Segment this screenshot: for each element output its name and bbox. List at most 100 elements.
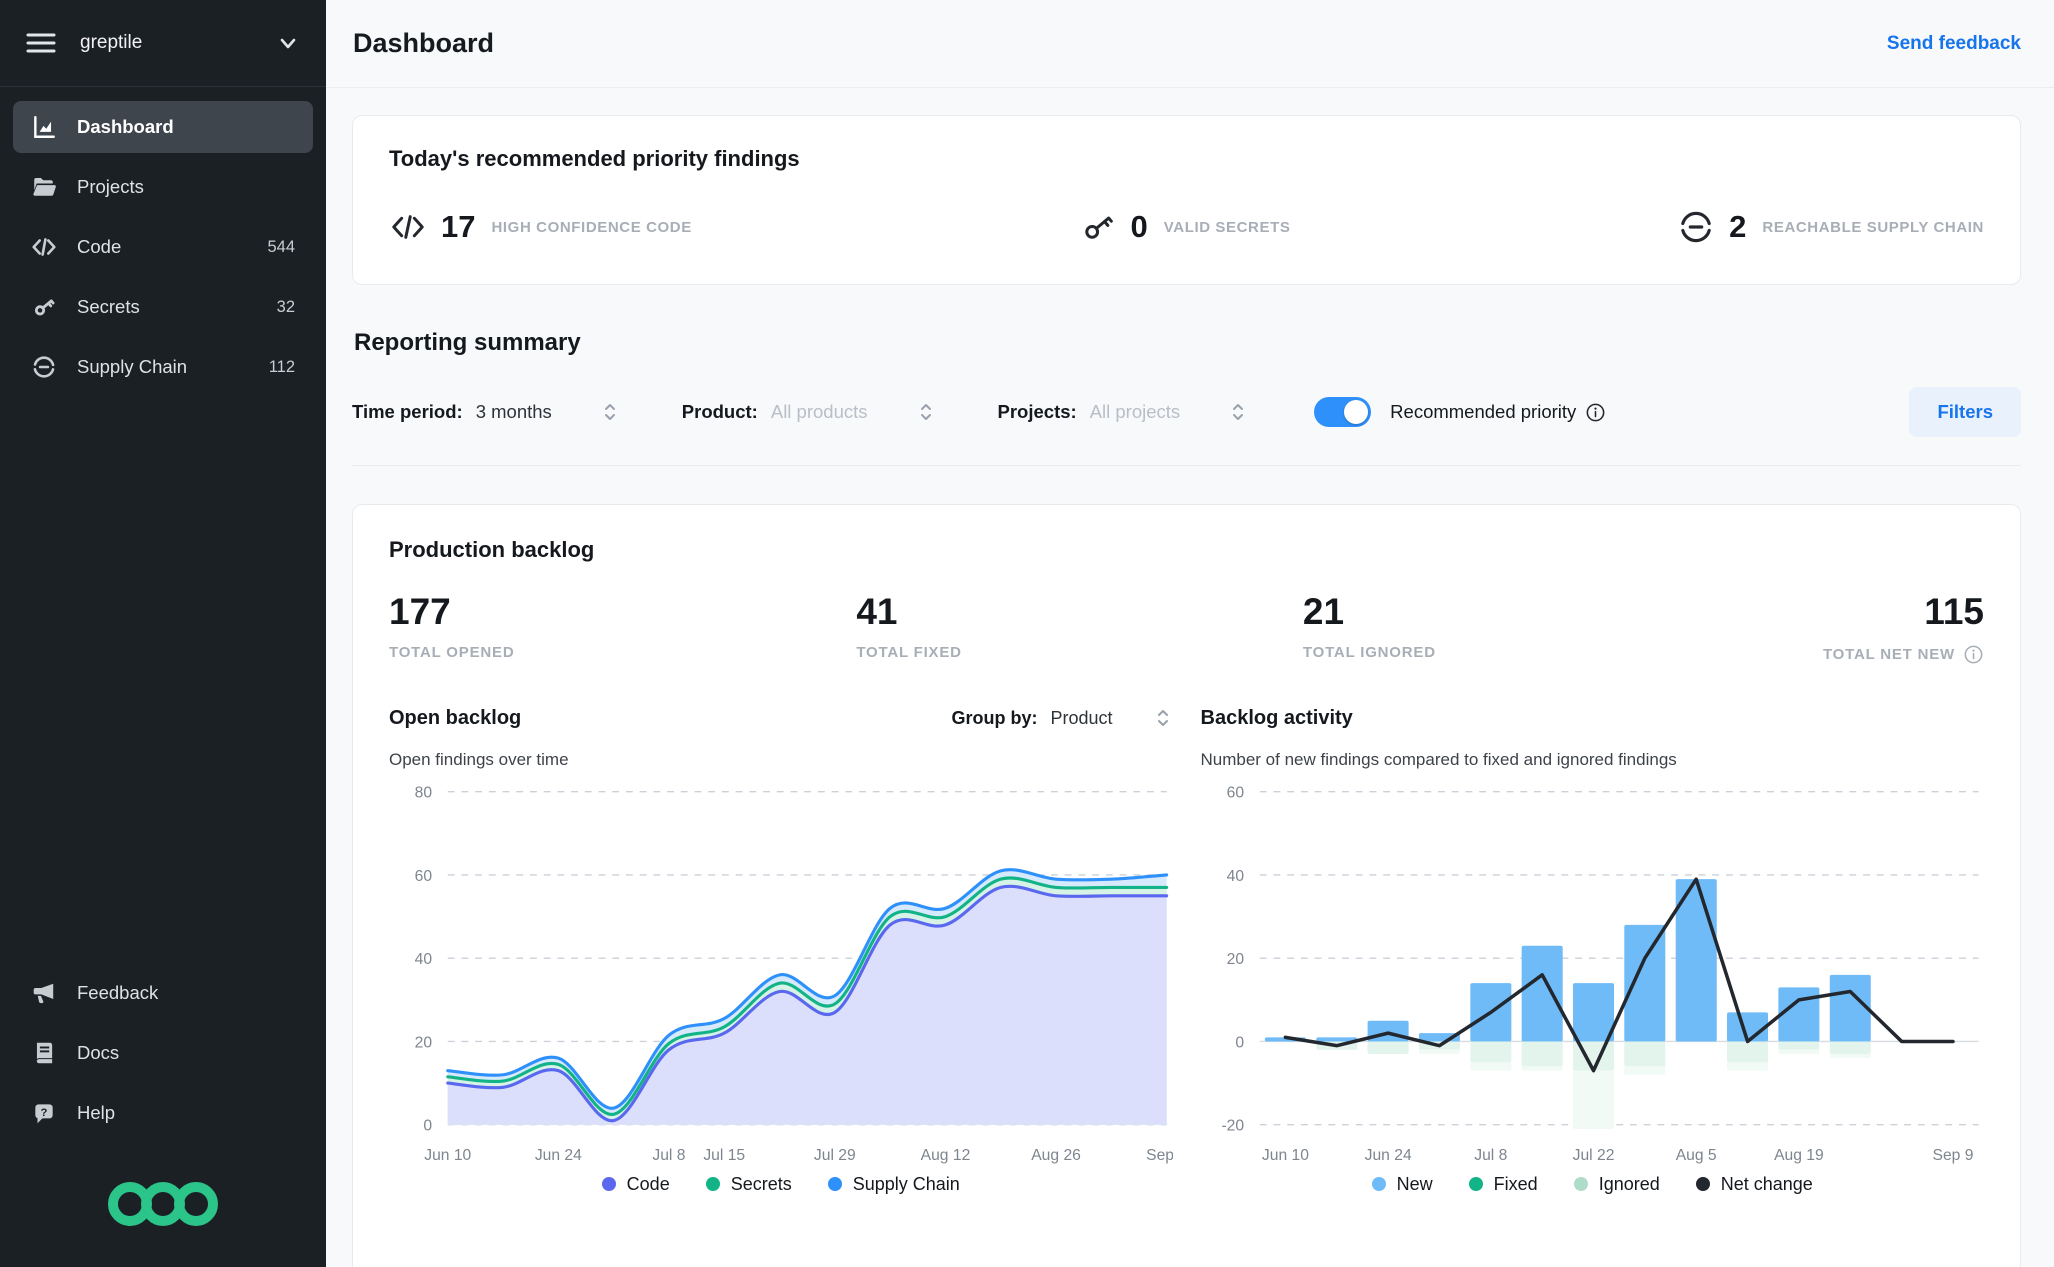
sidebar-item-docs[interactable]: Docs [13, 1027, 313, 1079]
svg-text:Jul 22: Jul 22 [1572, 1147, 1614, 1164]
sidebar-item-label: Docs [77, 1042, 120, 1063]
product-select[interactable]: Product: All products [682, 400, 936, 424]
svg-text:40: 40 [415, 951, 433, 968]
stat-value: 115 [1924, 591, 1984, 632]
secrets-count-badge: 32 [276, 297, 295, 316]
sidebar-nav: Dashboard Projects Code 544 Secrets 32 S… [0, 87, 326, 401]
sidebar-item-label: Code [77, 236, 122, 257]
sidebar-item-dashboard[interactable]: Dashboard [13, 101, 313, 153]
stat-value: 177 [389, 591, 451, 632]
book-icon [36, 1042, 53, 1064]
svg-text:?: ? [41, 1107, 48, 1119]
legend-dot [827, 1177, 842, 1192]
top-bar: Dashboard Send feedback [326, 0, 2054, 88]
legend-label: Ignored [1598, 1173, 1660, 1194]
svg-text:60: 60 [415, 868, 433, 885]
legend-dot [1573, 1177, 1588, 1192]
legend-item-fixed[interactable]: Fixed [1468, 1173, 1538, 1195]
stat-total-net-new: 115 TOTAL NET NEW [1753, 591, 1984, 665]
stat-value: 0 [1130, 209, 1148, 244]
folder-icon [33, 178, 56, 196]
priority-findings-card: Today's recommended priority findings 17… [352, 115, 2021, 285]
legend-item-secrets[interactable]: Secrets [705, 1174, 792, 1195]
svg-text:Aug 26: Aug 26 [1031, 1147, 1081, 1164]
recommended-priority-label: Recommended priority [1390, 401, 1577, 422]
org-switcher[interactable]: greptile [0, 0, 326, 87]
svg-text:0: 0 [1235, 1034, 1244, 1051]
svg-text:40: 40 [1226, 868, 1244, 885]
code-count-badge: 544 [267, 237, 295, 256]
select-caret-icon [1233, 404, 1244, 420]
svg-text:Aug 12: Aug 12 [921, 1147, 971, 1164]
sidebar-item-feedback[interactable]: Feedback [13, 967, 313, 1019]
toggle-knob [1344, 400, 1369, 424]
stat-valid-secrets[interactable]: 0 VALID SECRETS [1079, 208, 1291, 246]
sidebar: greptile Dashboard Projects Code 544 Sec… [0, 0, 326, 1267]
stat-label: TOTAL IGNORED [1302, 644, 1436, 661]
app-root: greptile Dashboard Projects Code 544 Sec… [0, 0, 2054, 1267]
projects-value: All projects [1089, 401, 1181, 422]
charts-row: Open backlog Group by: Product Open find… [389, 701, 1984, 1195]
stat-value: 21 [1302, 591, 1345, 632]
legend-label: Fixed [1493, 1173, 1538, 1194]
sidebar-item-code[interactable]: Code 544 [13, 221, 313, 273]
sidebar-item-secrets[interactable]: Secrets 32 [13, 281, 313, 333]
legend-item-supply-chain[interactable]: Supply Chain [827, 1174, 960, 1195]
sidebar-item-supply-chain[interactable]: Supply Chain 112 [13, 341, 313, 393]
svg-text:Jul 8: Jul 8 [1474, 1147, 1507, 1164]
stat-reachable-supply-chain[interactable]: 2 REACHABLE SUPPLY CHAIN [1677, 208, 1984, 246]
recommended-priority-toggle[interactable] [1314, 397, 1372, 427]
backlog-activity-legend: New Fixed Ignored Net change [1201, 1174, 1985, 1195]
send-feedback-link[interactable]: Send feedback [1887, 33, 2021, 55]
filters-button[interactable]: Filters [1909, 387, 2021, 437]
svg-text:-20: -20 [1221, 1118, 1244, 1135]
stat-high-confidence-code[interactable]: 17 HIGH CONFIDENCE CODE [389, 208, 692, 246]
svg-text:Aug 19: Aug 19 [1774, 1147, 1824, 1164]
sidebar-item-label: Dashboard [77, 116, 174, 137]
info-icon[interactable] [1585, 402, 1606, 423]
svg-text:Jul 15: Jul 15 [703, 1147, 745, 1164]
svg-text:0: 0 [423, 1118, 432, 1135]
logo [0, 1147, 326, 1267]
time-period-select[interactable]: Time period: 3 months [352, 400, 620, 424]
svg-text:20: 20 [415, 1034, 433, 1051]
legend-label: New [1396, 1173, 1433, 1194]
product-label: Product: [681, 401, 758, 422]
stat-label: TOTAL NET NEW [1753, 644, 1984, 665]
stat-label: REACHABLE SUPPLY CHAIN [1762, 218, 1984, 236]
group-by-select[interactable]: Group by: Product [951, 706, 1172, 730]
dashboard-chart-icon [34, 116, 55, 138]
sidebar-item-projects[interactable]: Projects [13, 161, 313, 213]
hamburger-menu-icon[interactable] [26, 31, 56, 55]
open-backlog-title: Open backlog [389, 706, 522, 729]
code-icon [32, 238, 56, 256]
legend-label: Code [626, 1173, 670, 1194]
sidebar-item-label: Feedback [77, 982, 159, 1003]
stat-total-ignored: 21 TOTAL IGNORED [1303, 591, 1753, 665]
logo-rings-icon [108, 1182, 218, 1226]
legend-dot [705, 1177, 720, 1192]
legend-item-ignored[interactable]: Ignored [1573, 1173, 1660, 1195]
stat-total-fixed: 41 TOTAL FIXED [856, 591, 1303, 665]
legend-item-new[interactable]: New [1371, 1173, 1433, 1195]
filter-row: Time period: 3 months Product: All produ… [352, 387, 2021, 437]
info-icon[interactable] [1963, 644, 1984, 665]
backlog-card-title: Production backlog [389, 537, 595, 562]
code-icon [392, 215, 424, 239]
chevron-down-icon[interactable] [276, 31, 300, 55]
product-value: All products [770, 401, 868, 422]
sidebar-item-help[interactable]: ? Help [13, 1087, 313, 1139]
supply-chain-link-icon [1680, 211, 1712, 243]
help-bubble-icon: ? [35, 1104, 53, 1124]
legend-dot [601, 1177, 616, 1192]
legend-item-code[interactable]: Code [601, 1173, 670, 1195]
sidebar-item-label: Projects [77, 176, 144, 197]
sidebar-item-label: Help [77, 1102, 116, 1123]
legend-item-net-change[interactable]: Net change [1695, 1174, 1813, 1195]
sidebar-item-label: Supply Chain [77, 356, 188, 377]
section-divider [352, 465, 2021, 466]
projects-label: Projects: [997, 401, 1077, 422]
stat-label: VALID SECRETS [1163, 218, 1291, 236]
projects-select[interactable]: Projects: All projects [998, 400, 1249, 424]
svg-text:Sep 9: Sep 9 [1146, 1147, 1172, 1164]
